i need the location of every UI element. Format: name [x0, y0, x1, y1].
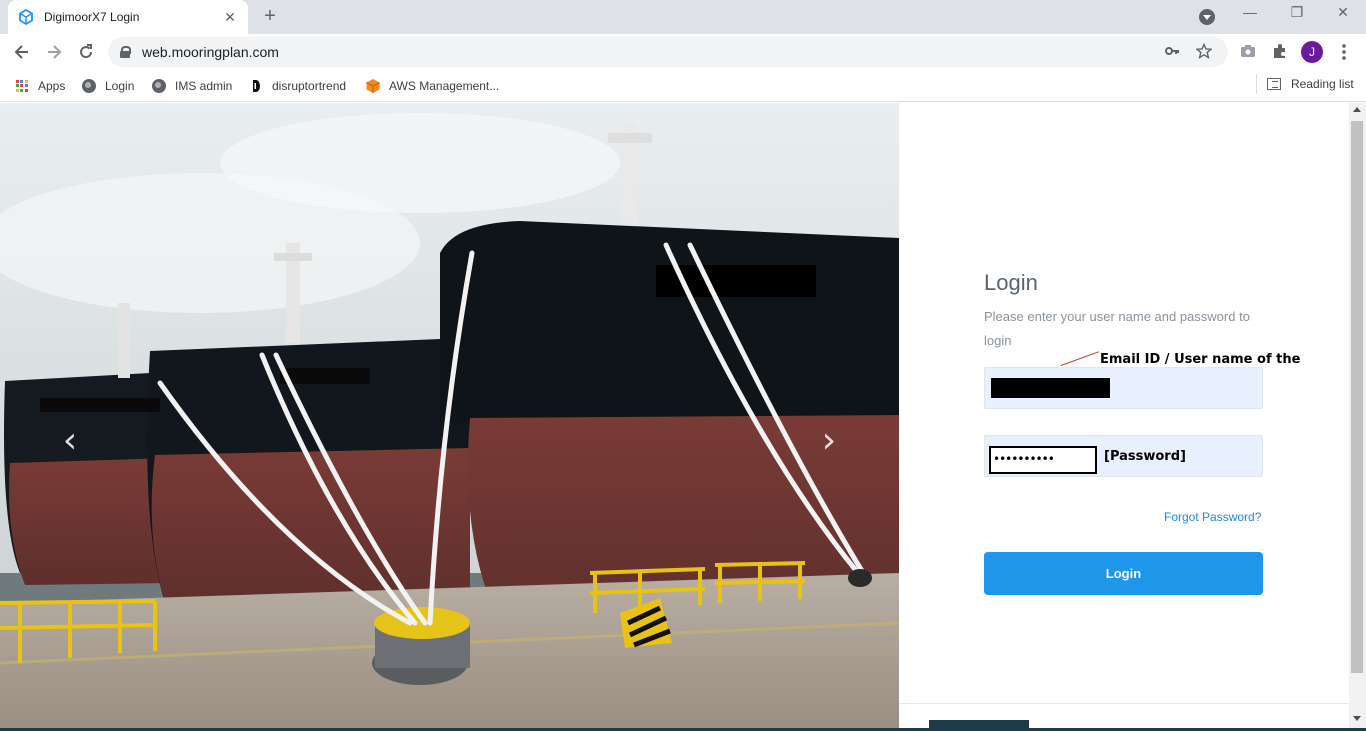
login-title: Login: [984, 270, 1038, 295]
email-field[interactable]: [984, 367, 1263, 409]
carousel-prev-icon[interactable]: ‹: [55, 421, 85, 461]
scroll-up-arrow-icon[interactable]: [1353, 107, 1361, 112]
extensions-puzzle-icon[interactable]: [1270, 42, 1290, 62]
tab-digimoor-login[interactable]: DigimoorX7 Login ✕: [8, 0, 248, 34]
bookmark-ims-admin[interactable]: IMS admin: [151, 76, 232, 96]
annotation-pointer: [1060, 351, 1099, 366]
bookmark-login[interactable]: Login: [81, 76, 134, 96]
redacted-email: [991, 378, 1110, 398]
lock-icon[interactable]: [120, 46, 131, 58]
login-description: Please enter your user name and password…: [984, 309, 1250, 348]
page-scrollbar[interactable]: [1349, 103, 1366, 728]
profile-avatar[interactable]: J: [1301, 41, 1323, 63]
scroll-down-arrow-icon[interactable]: [1353, 716, 1361, 721]
bookmark-label: Login: [105, 79, 135, 93]
bookmark-label: disruptortrend: [272, 79, 347, 93]
tab-strip: DigimoorX7 Login ✕ + — ❐ ✕: [0, 0, 1366, 34]
forgot-password-link[interactable]: Forgot Password?: [1164, 510, 1261, 524]
browser-toolbar: web.mooringplan.com J: [0, 34, 1366, 70]
browser-chrome: DigimoorX7 Login ✕ + — ❐ ✕ web.mooringpl…: [0, 0, 1366, 103]
footer-divider: [899, 703, 1349, 704]
d-logo-icon: [248, 78, 264, 94]
bookmarks-bar: Apps Login IMS admin disruptortrend AWS …: [0, 70, 1366, 102]
bookmarks-separator: [1256, 74, 1257, 94]
globe-icon: [151, 78, 167, 94]
carousel-next-icon[interactable]: ›: [814, 421, 844, 461]
forward-arrow-icon[interactable]: [44, 42, 64, 62]
close-window-button[interactable]: ✕: [1323, 4, 1363, 21]
new-tab-button[interactable]: +: [260, 6, 280, 26]
scroll-thumb[interactable]: [1351, 121, 1363, 673]
bookmark-label: IMS admin: [175, 79, 233, 93]
hero-carousel: ‹ ›: [0, 103, 899, 728]
bookmark-apps[interactable]: Apps: [14, 76, 65, 96]
password-value: ••••••••••: [989, 446, 1097, 474]
aws-cube-icon: [365, 78, 381, 94]
tab-search-icon[interactable]: [1199, 9, 1215, 25]
tab-close-icon[interactable]: ✕: [222, 9, 238, 26]
bookmark-label: Apps: [38, 79, 66, 93]
tab-title: DigimoorX7 Login: [44, 10, 140, 24]
globe-icon: [81, 78, 97, 94]
camera-icon[interactable]: [1238, 42, 1258, 62]
menu-dots-icon[interactable]: [1334, 42, 1354, 62]
bookmark-disruptortrend[interactable]: disruptortrend: [248, 76, 346, 96]
back-arrow-icon[interactable]: [12, 42, 32, 62]
bookmark-aws[interactable]: AWS Management...: [365, 76, 499, 96]
login-button[interactable]: Login: [984, 552, 1263, 595]
bookmark-label: AWS Management...: [389, 79, 500, 93]
password-field[interactable]: •••••••••• [Password]: [984, 435, 1263, 477]
apps-grid-icon: [14, 78, 30, 94]
reading-list-icon: [1267, 78, 1281, 90]
reading-list-button[interactable]: Reading list: [1267, 76, 1354, 92]
reading-list-label: Reading list: [1291, 77, 1354, 91]
reload-icon[interactable]: [76, 42, 96, 62]
address-bar[interactable]: web.mooringplan.com: [108, 37, 1228, 67]
moored-ships-photo: [0, 103, 899, 728]
footer-block: [929, 720, 1029, 728]
url-text[interactable]: web.mooringplan.com: [142, 44, 1164, 60]
login-panel: Login Please enter your user name and pa…: [899, 103, 1349, 728]
password-annotation: [Password]: [1104, 449, 1186, 464]
bookmark-star-icon[interactable]: [1195, 42, 1213, 62]
minimize-button[interactable]: —: [1230, 4, 1270, 20]
digimoor-favicon-icon: [18, 9, 34, 25]
key-icon[interactable]: [1164, 43, 1180, 62]
restore-button[interactable]: ❐: [1277, 4, 1317, 21]
